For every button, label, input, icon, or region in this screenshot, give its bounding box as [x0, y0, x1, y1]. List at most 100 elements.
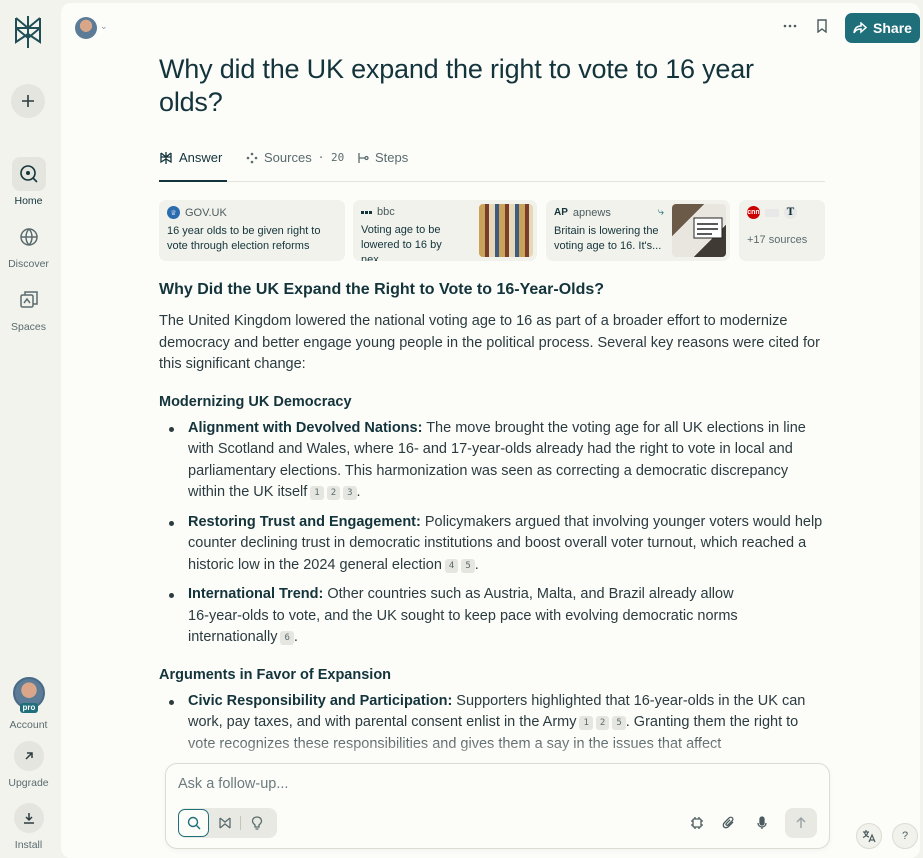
citation-badge[interactable]: 2	[326, 486, 341, 500]
upgrade-button[interactable]: Upgrade	[0, 741, 57, 789]
research-mode-button[interactable]	[209, 809, 240, 837]
source-title: 16 year olds to be given right to vote t…	[167, 225, 321, 252]
section-title: Arguments in Favor of Expansion	[159, 666, 392, 683]
sidebar-item-discover[interactable]: Discover	[0, 220, 57, 270]
list-item-title: Alignment with Devolved Nations:	[188, 419, 423, 436]
ap-logo-icon: AP	[554, 207, 568, 218]
translate-button[interactable]	[856, 823, 882, 849]
source-header: ♕ GOV.UK	[167, 206, 337, 219]
share-button[interactable]: Share	[845, 13, 920, 43]
mode-selector	[178, 808, 277, 838]
research-icon	[218, 817, 231, 829]
source-header: cnn T	[747, 206, 817, 219]
avatar: pro	[12, 677, 45, 713]
citation-badge[interactable]: 1	[310, 486, 324, 500]
list-item-end: .	[356, 484, 361, 500]
citation-badge[interactable]: 3	[343, 486, 357, 500]
upgrade-label: Upgrade	[8, 777, 49, 789]
arrow-up-icon	[796, 817, 806, 828]
citation-badge[interactable]: 5	[612, 716, 626, 730]
followup-input[interactable]: Ask a follow-up...	[178, 776, 678, 792]
tab-bar: Answer Sources · 20 Steps	[159, 146, 825, 182]
sidebar-item-label: Discover	[8, 258, 49, 270]
tab-label: Sources	[264, 150, 312, 165]
sidebar: Home Discover Spaces pro Account Upgrade…	[0, 0, 61, 858]
answer-intro: The United Kingdom lowered the national …	[159, 313, 820, 372]
bbc-logo-icon	[361, 210, 372, 214]
account-button[interactable]: pro Account	[0, 677, 57, 731]
citation-badge[interactable]: 6	[280, 631, 294, 645]
sources-icon	[246, 152, 258, 163]
submit-button[interactable]	[785, 808, 817, 838]
source-title: Britain is lowering the voting age to 16…	[554, 225, 662, 252]
install-label: Install	[14, 839, 43, 851]
pro-badge: pro	[19, 703, 39, 713]
download-icon	[13, 803, 44, 833]
list-item: International Trend: Other countries suc…	[159, 584, 826, 649]
spaces-icon	[12, 283, 46, 317]
more-sources-label: +17 sources	[747, 234, 808, 246]
citation-badge[interactable]: 4	[444, 558, 459, 573]
model-button[interactable]	[686, 812, 708, 834]
account-label: Account	[9, 719, 48, 731]
share-icon	[853, 22, 868, 34]
microphone-icon	[757, 816, 767, 829]
source-thumbnail	[672, 204, 726, 257]
citation-badge[interactable]: 5	[461, 558, 475, 573]
more-sources-card[interactable]: cnn T +17 sources	[739, 200, 825, 261]
list-item-title: Civic Responsibility and Participation:	[188, 692, 453, 709]
chevron-down-icon[interactable]: ⌄	[100, 21, 108, 32]
new-thread-button[interactable]	[11, 84, 45, 118]
section1-list: Alignment with Devolved Nations: The mov…	[159, 418, 826, 649]
bookmark-icon[interactable]	[811, 15, 833, 37]
globe-icon	[12, 220, 46, 254]
sources-count-value: 20	[330, 151, 345, 164]
list-item: Alignment with Devolved Nations: The mov…	[159, 418, 826, 504]
source-site: apnews	[572, 206, 611, 219]
chip-icon	[691, 817, 703, 829]
citation-badge[interactable]: 1	[579, 716, 593, 730]
tab-answer[interactable]: Answer	[159, 150, 222, 165]
attach-button[interactable]	[718, 812, 740, 834]
install-button[interactable]: Install	[0, 803, 57, 851]
page-title: Why did the UK expand the right to vote …	[159, 54, 754, 117]
source-site: bbc	[377, 206, 395, 218]
sources-row: ♕ GOV.UK 16 year olds to be given right …	[159, 200, 826, 261]
main-panel: ⌄ Share Why did the UK expand the right …	[61, 3, 920, 858]
paperclip-icon	[722, 816, 734, 829]
tab-sources[interactable]: Sources · 20	[246, 150, 344, 165]
tab-label: Answer	[179, 150, 223, 165]
nyt-icon: T	[784, 206, 797, 219]
sidebar-item-home[interactable]: Home	[0, 157, 57, 207]
sources-count: · 20	[317, 151, 345, 164]
source-thumbnail	[479, 204, 533, 257]
list-item-title: International Trend:	[188, 586, 324, 602]
crown-icon: ♕	[167, 206, 180, 219]
source-card-apnews[interactable]: AP apnews ⤷ Britain is lowering the voti…	[546, 200, 730, 261]
section-title: Modernizing UK Democracy	[159, 393, 352, 410]
source-site: GOV.UK	[185, 206, 227, 219]
lightbulb-icon	[251, 816, 262, 830]
active-tab-indicator	[159, 180, 227, 182]
citation-badge[interactable]: 2	[595, 716, 610, 730]
answer-body: Why Did the UK Expand the Right to Vote …	[159, 281, 826, 763]
list-item: Restoring Trust and Engagement: Policyma…	[159, 512, 826, 577]
voice-button[interactable]	[751, 812, 773, 834]
sidebar-item-spaces[interactable]: Spaces	[0, 283, 57, 333]
arrow-up-right-icon	[13, 741, 44, 771]
lightning-icon: ⤷	[657, 206, 664, 218]
source-card-bbc[interactable]: bbc Voting age to be lowered to 16 by ne…	[353, 200, 537, 261]
list-item-title: Restoring Trust and Engagement:	[188, 513, 421, 530]
help-label: ?	[901, 830, 909, 842]
avatar[interactable]	[75, 17, 97, 39]
help-button[interactable]: ?	[892, 823, 918, 849]
answer-icon	[160, 151, 172, 164]
perplexity-logo-icon[interactable]	[12, 14, 44, 50]
more-icon[interactable]	[779, 15, 801, 37]
search-mode-button[interactable]	[178, 809, 209, 837]
source-card-govuk[interactable]: ♕ GOV.UK 16 year olds to be given right …	[159, 200, 345, 261]
nbc-icon	[765, 208, 779, 217]
tab-steps[interactable]: Steps	[357, 150, 408, 165]
labs-mode-button[interactable]	[241, 809, 272, 837]
sidebar-item-label: Spaces	[10, 321, 47, 333]
